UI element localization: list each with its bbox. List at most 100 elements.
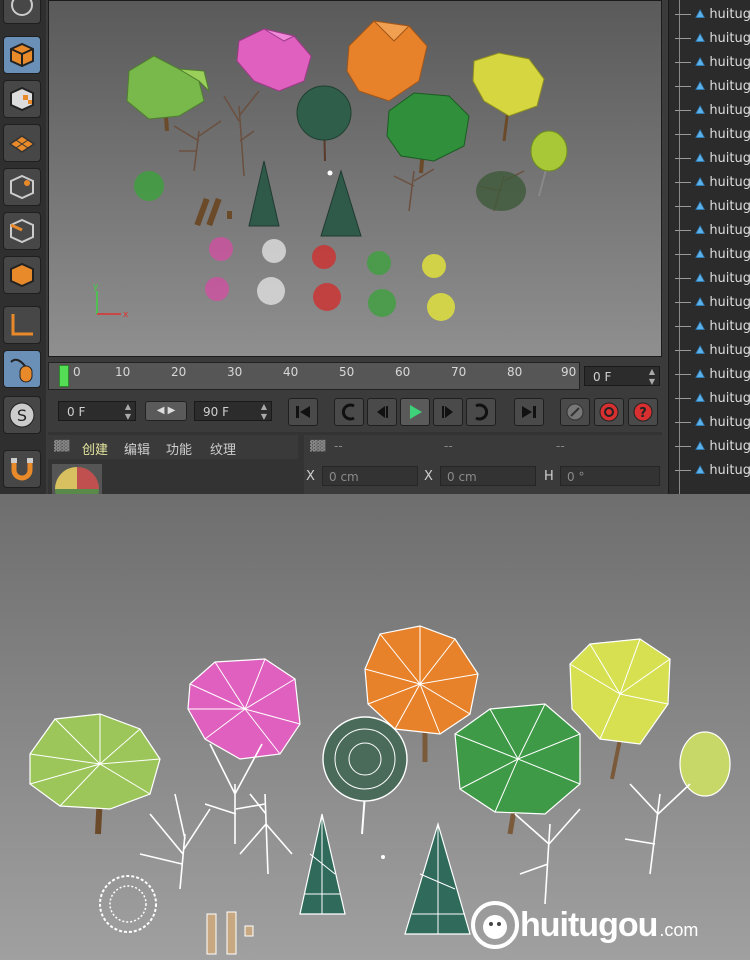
- wireframe-conifers: [299, 813, 471, 935]
- object-list-item[interactable]: huitug: [669, 98, 750, 122]
- play-button[interactable]: [400, 398, 430, 426]
- tab-edit[interactable]: 编辑: [124, 439, 150, 458]
- goto-start-button[interactable]: [288, 398, 318, 426]
- hierarchy-branch: [675, 397, 692, 399]
- h-rotation-label: H: [544, 469, 554, 484]
- timeline-playhead[interactable]: [59, 365, 69, 387]
- stepper-arrows-icon[interactable]: ▲ ▼: [261, 402, 267, 422]
- object-list-item[interactable]: huitug: [669, 218, 750, 242]
- current-frame-field[interactable]: 0 F ▲ ▼: [584, 366, 660, 386]
- tab-create[interactable]: 创建: [82, 439, 108, 458]
- tweak-mode-button[interactable]: [3, 350, 41, 388]
- object-list-item[interactable]: huitug: [669, 74, 750, 98]
- object-name: huitug: [709, 318, 750, 334]
- object-list-item[interactable]: huitug: [669, 146, 750, 170]
- model-mode-button[interactable]: [3, 36, 41, 74]
- object-list-item[interactable]: huitug: [669, 458, 750, 482]
- end-frame-field[interactable]: 90 F ▲ ▼: [194, 401, 272, 421]
- polygon-object-icon: [695, 152, 706, 163]
- hierarchy-branch: [675, 325, 692, 327]
- points-mode-button[interactable]: [3, 168, 41, 206]
- x-position-input[interactable]: 0 cm: [322, 466, 418, 486]
- object-list-item[interactable]: huitug: [669, 242, 750, 266]
- material-swatch[interactable]: [52, 464, 102, 494]
- mouse-icon: [10, 358, 33, 383]
- object-list-item[interactable]: huitug: [669, 290, 750, 314]
- object-name: huitug: [709, 30, 750, 46]
- step-forward-icon: [442, 406, 453, 418]
- scene-center-dot: [381, 855, 385, 859]
- hierarchy-branch: [675, 61, 692, 63]
- hierarchy-branch: [675, 277, 692, 279]
- x-size-input[interactable]: 0 cm: [440, 466, 536, 486]
- polygon-object-icon: [695, 128, 706, 139]
- hierarchy-branch: [675, 229, 692, 231]
- object-list-item[interactable]: huitug: [669, 194, 750, 218]
- object-list-item[interactable]: huitug: [669, 338, 750, 362]
- svg-text:?: ?: [639, 406, 647, 421]
- h-rotation-input[interactable]: 0 °: [560, 466, 660, 486]
- snap-button[interactable]: S: [3, 396, 41, 434]
- hierarchy-branch: [675, 109, 692, 111]
- prev-frame-button[interactable]: [367, 398, 397, 426]
- wireframe-bare-trees: [139, 743, 691, 905]
- record-key-button[interactable]: [560, 398, 590, 426]
- tick-label: 90: [561, 365, 577, 379]
- timeline-ruler[interactable]: 0 10 20 30 40 50 60 70 80 90: [48, 362, 580, 390]
- start-frame-field[interactable]: 0 F ▲ ▼: [58, 401, 136, 421]
- polygon-object-icon: [695, 176, 706, 187]
- next-frame-button[interactable]: [433, 398, 463, 426]
- rotation-header: --: [556, 439, 565, 453]
- goto-end-button[interactable]: [514, 398, 544, 426]
- big-green-lowpoly-tree: [386, 92, 470, 174]
- object-list-item[interactable]: huitug: [669, 266, 750, 290]
- magnet-button[interactable]: [3, 450, 41, 488]
- green-lowpoly-tree: [126, 55, 210, 132]
- object-list-item[interactable]: huitug: [669, 362, 750, 386]
- hierarchy-branch: [675, 181, 692, 183]
- hierarchy-branch: [675, 469, 692, 471]
- axis-icon: [11, 314, 33, 336]
- prev-key-button[interactable]: [334, 398, 364, 426]
- polygon-object-icon: [695, 344, 706, 355]
- polygons-mode-button[interactable]: [3, 256, 41, 294]
- drag-grip-icon[interactable]: ▓▓: [54, 441, 69, 452]
- object-list-item[interactable]: huitug: [669, 314, 750, 338]
- autokey-button[interactable]: [594, 398, 624, 426]
- material-manager-tabs: ▓▓ 创建 编辑 功能 纹理: [48, 435, 298, 459]
- help-button[interactable]: ?: [628, 398, 658, 426]
- workplane-button[interactable]: [3, 124, 41, 162]
- object-list-item[interactable]: huitug: [669, 410, 750, 434]
- stepper-arrows-icon[interactable]: ▲ ▼: [649, 367, 655, 387]
- stepper-arrows-icon[interactable]: ▲ ▼: [125, 402, 131, 422]
- object-list-item[interactable]: huitug: [669, 50, 750, 74]
- tick-label: 50: [339, 365, 355, 379]
- hierarchy-branch: [675, 253, 692, 255]
- object-list-item[interactable]: huitug: [669, 122, 750, 146]
- object-list-item[interactable]: huitug: [669, 2, 750, 26]
- next-key-button[interactable]: [466, 398, 496, 426]
- object-name: huitug: [709, 198, 750, 214]
- hierarchy-branch: [675, 445, 692, 447]
- pink-lowpoly-tree: [236, 28, 312, 92]
- left-toolbar: S: [0, 0, 46, 494]
- axis-mode-button[interactable]: [3, 306, 41, 344]
- hierarchy-branch: [675, 13, 692, 15]
- toolbar-button-top[interactable]: [3, 0, 41, 24]
- object-list-item[interactable]: huitug: [669, 26, 750, 50]
- tab-texture[interactable]: 纹理: [210, 439, 236, 458]
- range-slider[interactable]: ◀ ▶: [145, 401, 187, 421]
- tab-function[interactable]: 功能: [166, 439, 192, 458]
- end-frame-value: 90 F: [203, 405, 229, 419]
- polygon-object-icon: [695, 200, 706, 211]
- x-position-label: X: [306, 469, 315, 484]
- texture-mode-button[interactable]: [3, 80, 41, 118]
- object-list-item[interactable]: huitug: [669, 386, 750, 410]
- drag-grip-icon[interactable]: ▓▓: [310, 441, 325, 452]
- hierarchy-branch: [675, 349, 692, 351]
- object-list-item[interactable]: huitug: [669, 434, 750, 458]
- polygon-object-icon: [695, 320, 706, 331]
- edges-mode-button[interactable]: [3, 212, 41, 250]
- viewport-3d[interactable]: y x: [48, 0, 662, 357]
- object-list-item[interactable]: huitug: [669, 170, 750, 194]
